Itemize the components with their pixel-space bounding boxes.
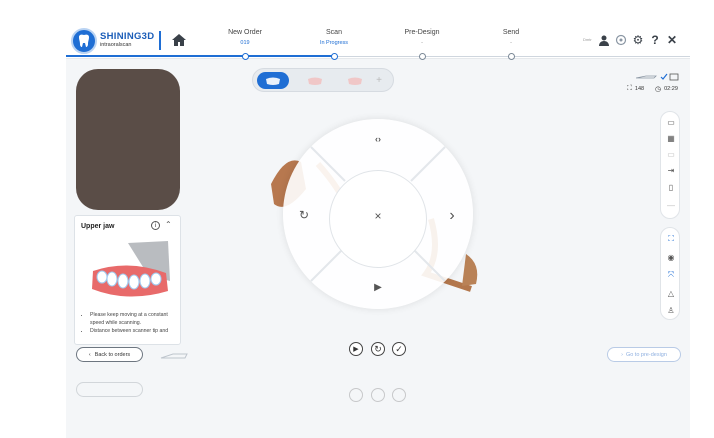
next-button[interactable]: › (442, 207, 462, 224)
progress-dot (242, 53, 249, 60)
chevron-up-icon[interactable]: ⌃ (165, 220, 172, 229)
frame-count-value: 148 (634, 86, 645, 92)
user-label: Dmtr (583, 37, 592, 42)
select-region-icon[interactable]: ⤧ (666, 270, 676, 280)
add-mode-button[interactable]: + (369, 72, 389, 89)
play-icon: ▶ (353, 346, 359, 353)
play-scan-button[interactable]: ▶ (349, 342, 363, 356)
brand-subtitle: intraoralscan (100, 42, 132, 48)
reflection-shape (76, 382, 143, 397)
back-button-label: Back to orders (94, 351, 131, 358)
chevron-right-icon: › (621, 351, 623, 358)
next-button-label: Go to pre-design (625, 351, 667, 358)
step-title: Pre-Design (404, 29, 440, 36)
reflection (66, 374, 690, 438)
scanner-status (635, 68, 680, 81)
reflection-shape (371, 388, 385, 402)
info-icon[interactable]: i (151, 221, 160, 230)
bite-mode-button[interactable] (339, 72, 371, 89)
card-title: Upper jaw (81, 223, 115, 230)
back-to-orders-button[interactable]: ‹ Back to orders (76, 347, 143, 362)
clock-icon: ◷ (655, 86, 662, 93)
reflection-shape (349, 388, 363, 402)
export-icon[interactable]: ⇥ (666, 165, 676, 175)
rotate-icon: ↻ (298, 208, 310, 222)
tips-list: Please keep moving at a constant speed w… (81, 311, 179, 335)
scanner-icon (159, 348, 189, 362)
lower-jaw-mode-button[interactable] (299, 72, 331, 89)
view-tools-panel: ▭ ▦ ▭ ⇥ ▯ — (660, 111, 680, 219)
progress-dot (508, 53, 515, 60)
calendar-icon[interactable]: ▦ (666, 133, 676, 143)
user-icon[interactable] (597, 33, 611, 47)
camera-preview (76, 69, 180, 210)
step-pre-design[interactable]: Pre-Design - (377, 29, 467, 46)
close-icon[interactable]: ✕ (665, 33, 679, 47)
tip-item: Distance between scanner tip and (90, 327, 179, 335)
reflection-shape (392, 388, 406, 402)
confirm-button[interactable]: ✓ (392, 342, 406, 356)
step-status: 019 (240, 40, 250, 46)
progress-dot (419, 53, 426, 60)
play-icon: ▶ (374, 282, 382, 293)
refresh-button[interactable]: ↻ (371, 342, 385, 356)
step-send[interactable]: Send - (466, 29, 556, 46)
cancel-scan-button[interactable]: × (368, 209, 388, 225)
app-window: SHINING3D intraoralscan New Order 019 Sc… (66, 24, 690, 438)
arrows-horizontal-icon: ‹› (375, 134, 381, 144)
crop-select-icon[interactable]: ⛶ (666, 234, 676, 244)
tooth-mask-icon[interactable]: ◉ (666, 252, 676, 262)
rotate-button[interactable]: ↻ (294, 208, 314, 224)
progress-dot (331, 53, 338, 60)
step-status: - (421, 40, 423, 46)
scan-timer: ◷ 02:29 (655, 85, 678, 93)
frames-icon: ⛶ (627, 85, 632, 92)
check-icon: ✓ (395, 343, 403, 354)
step-title: Send (502, 29, 520, 36)
step-status: - (510, 40, 512, 46)
gear-icon[interactable]: ⚙ (631, 33, 645, 47)
divider (159, 31, 161, 50)
target-icon[interactable] (614, 33, 628, 47)
edit-tools-panel: ⛶ ◉ ⤧ △ ♙ (660, 227, 680, 320)
step-scan[interactable]: Scan In Progress (289, 29, 379, 46)
scan-mode-selector: + (252, 68, 394, 92)
progress-fill (66, 55, 334, 57)
home-icon[interactable] (170, 31, 188, 49)
jaw-info-card: Upper jaw i ⌃ Please keep moving at a co… (74, 215, 181, 345)
triangle-tool-icon[interactable]: △ (666, 288, 676, 298)
close-icon: × (374, 209, 382, 223)
tooth-logo-icon (71, 28, 97, 54)
tip-item: Please keep moving at a constant speed w… (90, 311, 179, 327)
help-icon[interactable]: ? (648, 33, 662, 47)
step-title: Scan (326, 29, 342, 36)
step-status: In Progress (319, 40, 349, 46)
play-button[interactable]: ▶ (368, 282, 388, 298)
upper-jaw-illustration (88, 241, 178, 303)
top-bar: SHINING3D intraoralscan New Order 019 Sc… (66, 24, 690, 60)
flip-view-button[interactable]: ‹› (368, 134, 388, 150)
brand-name: SHINING3D (100, 31, 155, 42)
refresh-icon: ↻ (374, 343, 382, 354)
view-settings-icon[interactable]: ▭ (666, 117, 676, 127)
minus-icon[interactable]: — (666, 200, 676, 210)
frame-count: ⛶ 148 (627, 85, 644, 93)
chevron-left-icon: ‹ (88, 351, 91, 358)
upper-jaw-mode-button[interactable] (257, 72, 289, 89)
timer-value: 02:29 (664, 86, 678, 92)
step-new-order[interactable]: New Order 019 (200, 29, 290, 46)
chevron-right-icon: › (449, 207, 455, 224)
tooth-icon[interactable]: ♙ (666, 305, 676, 315)
step-title: New Order (228, 29, 262, 36)
scanner-tool-icon[interactable]: ▯ (666, 182, 676, 192)
go-to-pre-design-button[interactable]: › Go to pre-design (607, 347, 681, 362)
layout-icon[interactable]: ▭ (666, 149, 676, 159)
